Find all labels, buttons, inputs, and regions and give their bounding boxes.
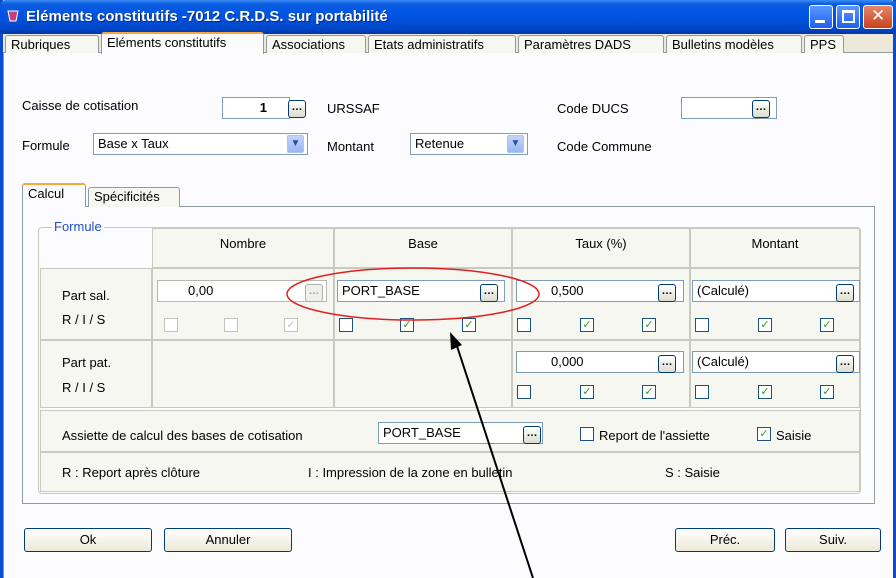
annotation-highlight-ellipse [286,267,540,321]
annotation-overlay [286,267,540,578]
annotation-arrow-line [454,339,534,578]
annotation-arrow-head [450,332,462,350]
tab-elements-constitutifs[interactable]: Eléments constitutifs [101,32,264,54]
subtab-calcul[interactable]: Calcul [22,183,86,207]
